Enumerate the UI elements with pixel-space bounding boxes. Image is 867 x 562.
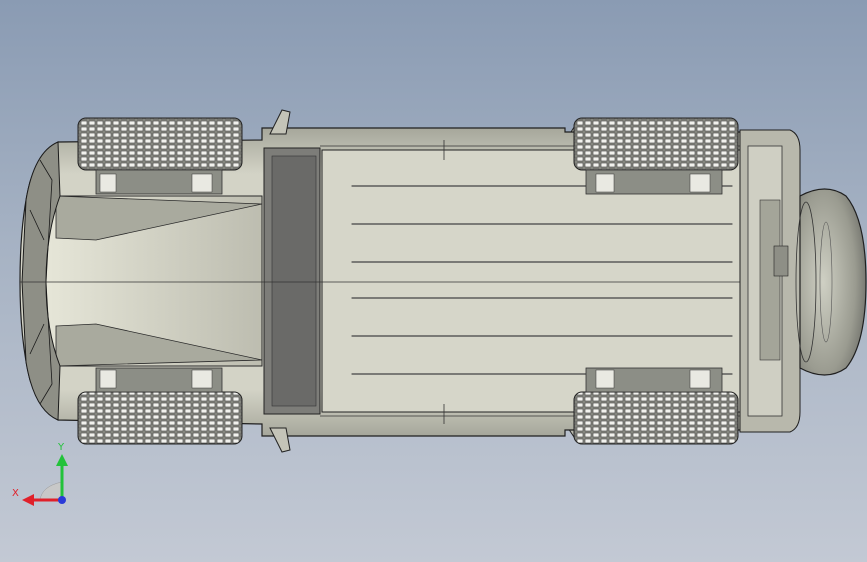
cad-viewport[interactable]	[0, 0, 867, 562]
rear-bumper	[739, 129, 801, 433]
spare-tire	[795, 188, 867, 376]
z-axis-dot-icon	[58, 496, 66, 504]
x-axis-head-icon	[22, 494, 34, 506]
x-axis-label: X	[12, 488, 19, 499]
y-axis-label: Y	[57, 442, 65, 453]
y-axis-head-icon	[56, 454, 68, 466]
triad-plane-icon	[39, 481, 63, 501]
orientation-triad[interactable]: Y X	[10, 438, 80, 508]
